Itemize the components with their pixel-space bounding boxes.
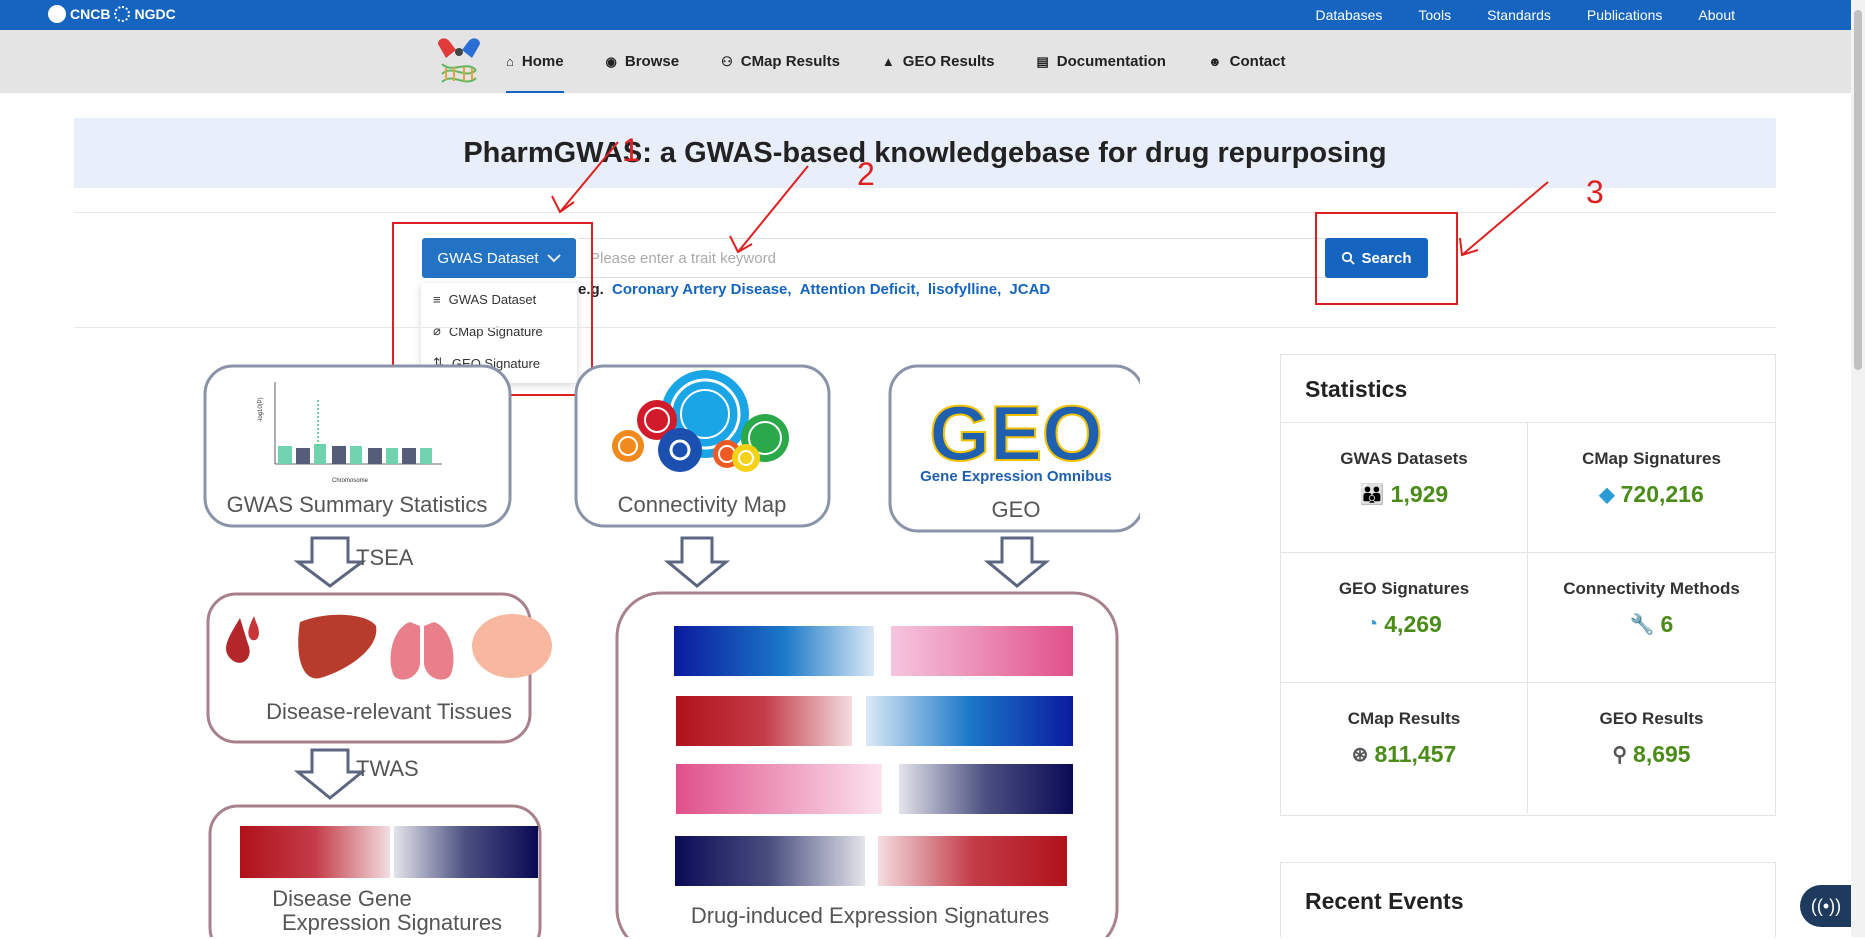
svg-text:TSEA: TSEA xyxy=(356,545,414,570)
statistics-title: Statistics xyxy=(1281,355,1775,423)
svg-text:Drug-induced Expression Signat: Drug-induced Expression Signatures xyxy=(691,903,1049,928)
svg-text:-log10(P): -log10(P) xyxy=(258,397,264,422)
stat-cmap-results[interactable]: CMap Results ⊛ 811,457 xyxy=(1281,683,1528,813)
svg-text:Disease Gene: Disease Gene xyxy=(272,886,411,911)
stat-value: 8,695 xyxy=(1633,741,1691,767)
stat-label: CMap Signatures xyxy=(1582,449,1721,468)
statistics-panel: Statistics GWAS Datasets 👪 1,929 CMap Sig… xyxy=(1280,354,1776,816)
stat-geo-results[interactable]: GEO Results ⚲ 8,695 xyxy=(1528,683,1775,813)
broadcast-button[interactable]: ((•)) xyxy=(1800,885,1852,927)
stat-value: 811,457 xyxy=(1374,741,1457,767)
scrollbar[interactable] xyxy=(1851,0,1865,937)
stat-value: 4,269 xyxy=(1384,611,1442,637)
scrollbar-thumb[interactable] xyxy=(1854,10,1862,370)
svg-text:Disease-relevant Tissues: Disease-relevant Tissues xyxy=(266,699,512,724)
stat-label: CMap Results xyxy=(1347,709,1461,728)
svg-text:TWAS: TWAS xyxy=(356,756,419,781)
chart-icon: ◔ xyxy=(1366,613,1379,635)
stat-label: GEO Results xyxy=(1599,709,1704,728)
svg-text:Expression Signatures: Expression Signatures xyxy=(282,910,502,935)
svg-text:Chromosome: Chromosome xyxy=(332,478,369,484)
stat-connectivity-methods[interactable]: Connectivity Methods 🔧 6 xyxy=(1528,553,1775,683)
recent-events-panel: Recent Events xyxy=(1280,862,1776,937)
stat-gwas-datasets[interactable]: GWAS Datasets 👪 1,929 xyxy=(1281,423,1528,553)
svg-text:Connectivity Map: Connectivity Map xyxy=(618,492,787,517)
recent-events-title: Recent Events xyxy=(1305,888,1464,914)
svg-text:Gene Expression Omnibus: Gene Expression Omnibus xyxy=(920,468,1112,485)
stat-label: Connectivity Methods xyxy=(1563,579,1740,598)
stat-label: GEO Signatures xyxy=(1338,579,1470,598)
stat-value: 6 xyxy=(1660,611,1674,637)
search-person-icon: ⚲ xyxy=(1612,744,1628,766)
stat-value: 720,216 xyxy=(1620,481,1704,507)
wrench-icon: 🔧 xyxy=(1629,614,1655,636)
stat-label: GWAS Datasets xyxy=(1340,449,1468,468)
svg-text:GEO: GEO xyxy=(929,389,1102,477)
stat-cmap-signatures[interactable]: CMap Signatures ◆ 720,216 xyxy=(1528,423,1775,553)
svg-text:GEO: GEO xyxy=(992,497,1041,522)
stat-value: 1,929 xyxy=(1390,481,1449,507)
circles-icon: ⊛ xyxy=(1351,744,1369,766)
pipeline-diagram: -log10(P) Chromosome GWAS Summary Statis… xyxy=(203,364,1140,937)
broadcast-icon: ((•)) xyxy=(1810,895,1842,916)
people-icon: 👪 xyxy=(1359,484,1385,506)
pill-icon: ◆ xyxy=(1599,484,1615,506)
svg-text:GWAS Summary Statistics: GWAS Summary Statistics xyxy=(227,492,488,517)
stat-geo-signatures[interactable]: GEO Signatures ◔ 4,269 xyxy=(1281,553,1528,683)
